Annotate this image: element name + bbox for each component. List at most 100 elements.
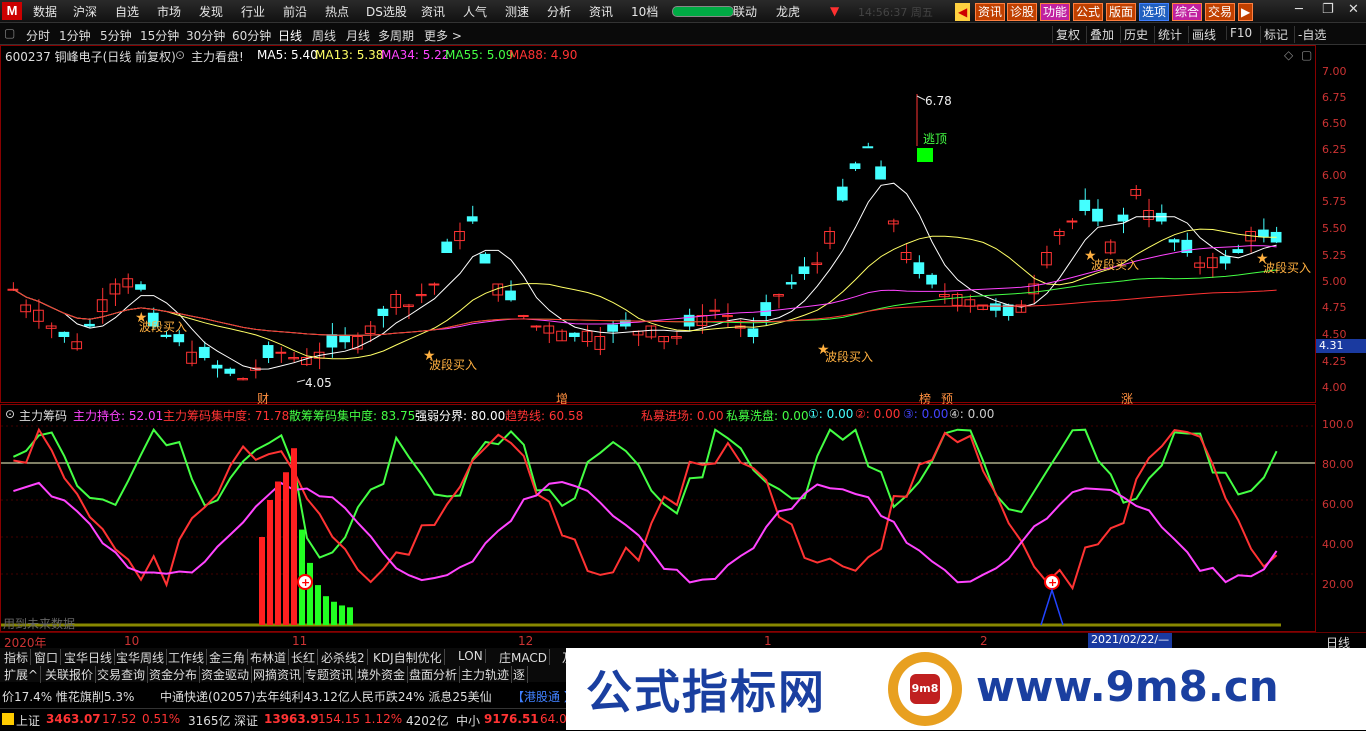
sh-index-amount: 3165亿 xyxy=(188,714,231,728)
sh-index-name[interactable]: 上证 xyxy=(16,712,40,729)
dropdown-arrow-icon[interactable]: ▼ xyxy=(830,4,839,18)
overlay-button[interactable]: 叠加 xyxy=(1086,26,1117,43)
extension-tab-3[interactable]: 资金分布 xyxy=(147,666,201,683)
sub-tick: 40.00 xyxy=(1322,538,1354,551)
period-60min[interactable]: 60分钟 xyxy=(232,27,271,44)
indicator-tab-2[interactable]: 宝华日线 xyxy=(62,649,116,666)
chip-indicator-chart[interactable]: ⊙ 主力筹码 主力持仓: 52.01 主力筹码集中度: 71.78 散筹筹码集中… xyxy=(0,404,1316,632)
extension-tab-6[interactable]: 专题资讯 xyxy=(303,666,357,683)
menu-item-dragon-tiger[interactable]: 龙虎 xyxy=(776,3,800,20)
statistics-button[interactable]: 统计 xyxy=(1154,26,1185,43)
indicator-tab-4[interactable]: 工作线 xyxy=(166,649,208,666)
chip-indicator-svg: + + xyxy=(1,425,1315,627)
indicator-tab-8[interactable]: 必杀线2 xyxy=(319,649,368,666)
menu-item-news[interactable]: 资讯 xyxy=(421,3,445,20)
indicator-tab-1[interactable]: 窗口 xyxy=(32,649,62,666)
price-tick: 4.75 xyxy=(1322,301,1347,314)
tool-options-button[interactable]: 选项 xyxy=(1139,3,1170,21)
private-wash-bar xyxy=(307,562,313,625)
menu-item-analysis[interactable]: 分析 xyxy=(547,3,571,20)
menu-item-popular[interactable]: 人气 xyxy=(463,3,487,20)
extension-tab-10[interactable]: 逐 xyxy=(511,666,529,683)
menu-item-market[interactable]: 市场 xyxy=(157,3,181,20)
period-5min[interactable]: 5分钟 xyxy=(100,27,132,44)
extension-tab-7[interactable]: 境外资金 xyxy=(355,666,409,683)
extension-tab-9[interactable]: 主力轨迹 xyxy=(459,666,513,683)
indicator-tab-5[interactable]: 金三角 xyxy=(207,649,249,666)
extension-tab-8[interactable]: 盘面分析 xyxy=(407,666,461,683)
period-more[interactable]: 更多 > xyxy=(424,27,462,44)
tool-news-button[interactable]: 资讯 xyxy=(975,3,1006,21)
menu-item-hot[interactable]: 热点 xyxy=(325,3,349,20)
index-status-bar: 上证 3463.07 17.52 0.51% 3165亿 深证 13963.9 … xyxy=(0,708,570,731)
market-icon[interactable] xyxy=(2,713,14,725)
arrow-left-icon[interactable]: ◀ xyxy=(955,3,971,21)
indicator-tab-7[interactable]: 长红 xyxy=(289,649,319,666)
period-15min[interactable]: 15分钟 xyxy=(140,27,179,44)
tool-composite-button[interactable]: 综合 xyxy=(1172,3,1203,21)
period-30min[interactable]: 30分钟 xyxy=(186,27,225,44)
period-weekly[interactable]: 周线 xyxy=(312,27,336,44)
period-daily[interactable]: 日线 xyxy=(278,27,302,44)
extension-tab-5[interactable]: 网摘资讯 xyxy=(251,666,305,683)
tool-trade-button[interactable]: 交易 xyxy=(1205,3,1236,21)
candle-body xyxy=(262,345,274,359)
indicator-tab-9[interactable]: KDJ自制优化 xyxy=(371,649,445,666)
maximize-icon[interactable]: ❐ xyxy=(1322,2,1334,17)
period-monthly[interactable]: 月线 xyxy=(346,27,370,44)
extension-tab-1[interactable]: 关联报价 xyxy=(43,666,97,683)
tool-formula-button[interactable]: 公式 xyxy=(1073,3,1104,21)
ticker-left[interactable]: 价17.4% 惟花旗削5.3% xyxy=(2,688,134,705)
indicator-tab-11[interactable]: 庄MACD xyxy=(497,649,550,666)
period-multi[interactable]: 多周期 xyxy=(378,27,414,44)
private-wash-bar xyxy=(315,585,321,625)
sz-index-name[interactable]: 深证 xyxy=(234,712,258,729)
smb-index-name[interactable]: 中小 xyxy=(456,712,480,729)
history-button[interactable]: 历史 xyxy=(1120,26,1151,43)
indicator-tab-3[interactable]: 宝华周线 xyxy=(114,649,168,666)
menu-item-speedtest[interactable]: 测速 xyxy=(505,3,529,20)
mark-button[interactable]: 标记 xyxy=(1260,26,1291,43)
indicator-tab-0[interactable]: 指标 xyxy=(2,649,32,666)
main-kline-chart[interactable]: 600237 铜峰电子(日线 前复权) ⊙ 主力看盘! MA5: 5.40 MA… xyxy=(0,45,1316,406)
minimize-icon[interactable]: ─ xyxy=(1295,2,1303,17)
menu-item-industry[interactable]: 行业 xyxy=(241,3,265,20)
indicator-tab-10[interactable]: LON xyxy=(456,649,486,663)
candle-body xyxy=(607,324,618,332)
menu-item-frontier[interactable]: 前沿 xyxy=(283,3,307,20)
menu-item-news2[interactable]: 资讯 xyxy=(589,3,613,20)
dropdown-icon[interactable]: ▢ xyxy=(4,26,15,40)
indicator-tab-6[interactable]: 布林道 xyxy=(248,649,290,666)
sub-tick: 80.00 xyxy=(1322,458,1354,471)
close-icon[interactable]: ✕ xyxy=(1348,2,1359,17)
app-logo[interactable]: M xyxy=(2,2,22,20)
menu-item-shsz[interactable]: 沪深 xyxy=(73,3,97,20)
extension-tab-4[interactable]: 资金驱动 xyxy=(199,666,253,683)
buy-signal-label-3: 波段买入 xyxy=(825,350,874,364)
price-tick: 4.25 xyxy=(1322,355,1347,368)
menu-item-link[interactable]: 联动 xyxy=(733,3,757,20)
tool-function-button[interactable]: 功能 xyxy=(1040,3,1071,21)
progress-toggle[interactable] xyxy=(672,6,734,17)
tool-diagnose-button[interactable]: 诊股 xyxy=(1007,3,1038,21)
sub-tick: 100.0 xyxy=(1322,418,1354,431)
menu-item-watchlist[interactable]: 自选 xyxy=(115,3,139,20)
price-tick: 6.25 xyxy=(1322,143,1347,156)
extension-tab-2[interactable]: 交易查询 xyxy=(95,666,149,683)
extension-tab-0[interactable]: 扩展^ xyxy=(2,666,42,683)
menu-item-ds-picker[interactable]: DS选股 xyxy=(366,3,407,20)
period-1min[interactable]: 1分钟 xyxy=(59,27,91,44)
signal-plus-glyph: + xyxy=(301,576,310,589)
menu-item-level10[interactable]: 10档 xyxy=(631,3,658,20)
self-select-button[interactable]: -自选 xyxy=(1294,26,1329,43)
tool-layout-button[interactable]: 版面 xyxy=(1106,3,1137,21)
draw-line-button[interactable]: 画线 xyxy=(1188,26,1219,43)
menu-item-discover[interactable]: 发现 xyxy=(199,3,223,20)
candle-body xyxy=(326,334,338,348)
menu-item-data[interactable]: 数据 xyxy=(33,3,57,20)
tool-more-button[interactable]: ▶ xyxy=(1238,3,1254,21)
restore-rights-button[interactable]: 复权 xyxy=(1052,26,1083,43)
period-intraday[interactable]: 分时 xyxy=(26,27,50,44)
f10-button[interactable]: F10 xyxy=(1226,26,1255,40)
ticker-news[interactable]: 中通快递(02057)去年纯利43.12亿人民币跌24% 派息25美仙 xyxy=(160,688,492,705)
